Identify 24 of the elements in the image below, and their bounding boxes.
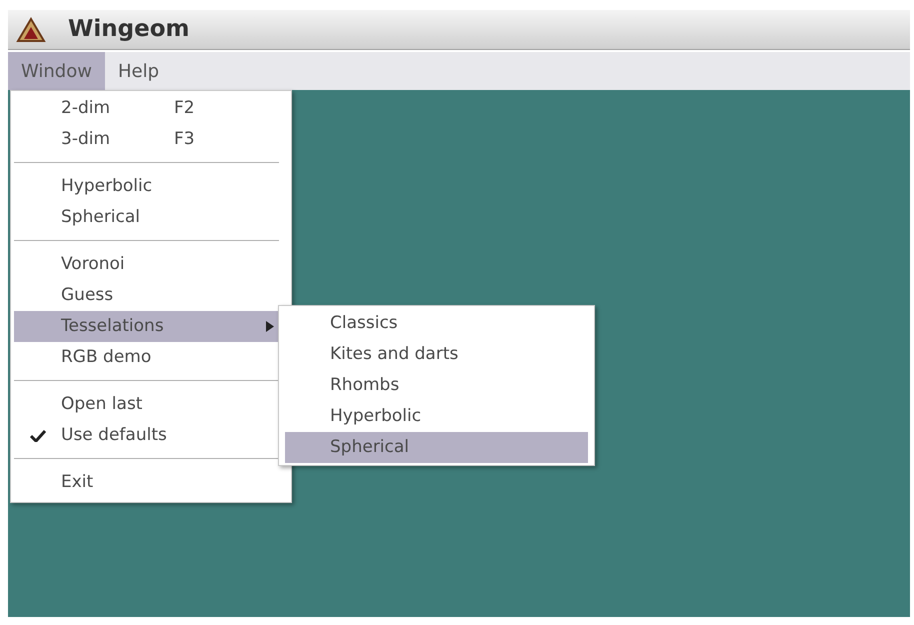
window-title: Wingeom [68, 15, 190, 44]
menu-item[interactable]: Hyperbolic [14, 171, 279, 202]
submenu-item[interactable]: Rhombs [285, 370, 588, 401]
menu-item[interactable]: Use defaults [14, 420, 279, 451]
triangle-logo-icon [16, 16, 46, 42]
submenu-item[interactable]: Classics [285, 308, 588, 339]
shortcut-label: F2 [174, 96, 195, 120]
menu-bar-item[interactable]: Help [104, 52, 172, 90]
submenu-item[interactable]: Kites and darts [285, 339, 588, 370]
menu-item[interactable]: 2-dim F2 [14, 93, 279, 124]
shortcut-label: F3 [174, 128, 195, 151]
menu-item[interactable]: 3-dim F3 [14, 124, 279, 155]
submenu-item[interactable]: Hyperbolic [285, 401, 588, 432]
menu-item[interactable]: Tesselations [14, 311, 279, 342]
menu-item[interactable]: Exit [14, 467, 279, 498]
menu-bar-item[interactable]: Window [8, 52, 105, 90]
submenu-item[interactable]: Spherical [285, 432, 588, 463]
submenu-arrow-icon [266, 321, 274, 332]
menu-item[interactable]: Guess [14, 280, 279, 311]
menu-item[interactable]: Spherical [14, 202, 279, 233]
menu-item[interactable]: RGB demo [14, 342, 279, 373]
menu-item[interactable]: Voronoi [14, 249, 279, 280]
menu-item[interactable]: Open last [14, 389, 279, 420]
checkmark-icon [30, 430, 46, 442]
